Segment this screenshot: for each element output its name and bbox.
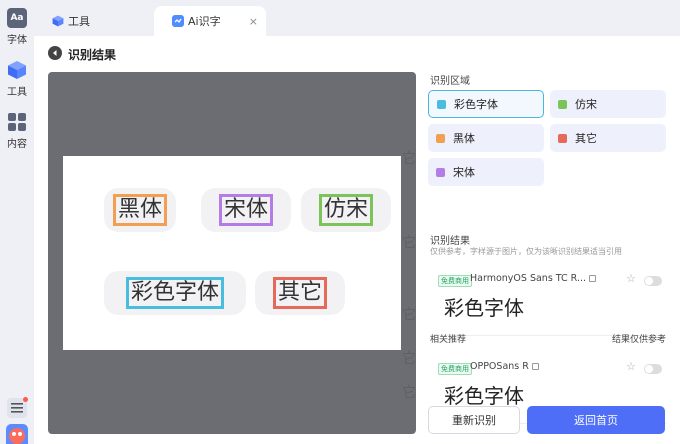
rail-item-content[interactable]: 内容	[0, 112, 34, 150]
free-badge: 免费商用	[438, 363, 472, 375]
cube-icon	[7, 60, 27, 80]
image-preview: 它 它 它 它 它 黑体 宋体 仿宋 彩色字体 其它	[48, 72, 416, 434]
region-label: 其它	[575, 132, 597, 145]
list-icon	[11, 403, 23, 413]
star-icon[interactable]: ☆	[626, 360, 636, 373]
background-text: 它	[402, 307, 416, 323]
results-heading: 识别结果	[430, 236, 470, 247]
retry-button[interactable]: 重新识别	[428, 406, 520, 434]
background-text: 它	[402, 385, 416, 401]
toggle-switch[interactable]	[644, 364, 662, 374]
avatar[interactable]	[6, 424, 28, 444]
tab-tools[interactable]: 工具	[34, 6, 154, 36]
copy-icon[interactable]	[589, 275, 597, 282]
region-option-songti[interactable]: 宋体	[428, 158, 544, 186]
star-icon[interactable]: ☆	[626, 272, 636, 285]
rail-item-tools[interactable]: 工具	[0, 60, 34, 98]
related-note: 结果仅供参考	[611, 335, 666, 345]
chip-text: 彩色字体	[125, 277, 224, 309]
copy-icon[interactable]	[531, 363, 539, 370]
region-option-fangsong[interactable]: 仿宋	[550, 90, 666, 118]
tab-ai-recognize[interactable]: Ai识字 ×	[154, 6, 266, 36]
result-card[interactable]: 免费商用 HarmonyOS Sans TC R... ☆ 彩色字体	[430, 268, 666, 336]
free-badge: 免费商用	[438, 275, 472, 287]
related-heading: 相关推荐	[430, 335, 467, 345]
rail-item-label: 内容	[7, 139, 27, 150]
rail-item-label: 字体	[7, 35, 27, 46]
font-sample: 彩色字体	[444, 384, 524, 408]
back-button[interactable]	[48, 46, 62, 60]
left-rail: Aa 字体 工具 内容	[0, 0, 34, 444]
region-label: 仿宋	[575, 98, 597, 111]
menu-button[interactable]	[7, 397, 28, 418]
tab-label: Ai识字	[188, 15, 221, 28]
results-hint: 仅供参考，字样源于图片，仅为该晰识别结果适当引用	[430, 247, 622, 256]
main-panel: 识别结果 它 它 它 它 它 黑体 宋体 仿宋 彩色字体 其它 识别区域 彩色字…	[34, 36, 680, 444]
region-label: 彩色字体	[454, 98, 498, 111]
region-label: 黑体	[453, 132, 475, 145]
chip-text: 仿宋	[318, 194, 373, 226]
region-chip-songti[interactable]: 宋体	[201, 188, 291, 232]
color-swatch	[437, 99, 446, 109]
back-arrow-icon	[53, 50, 57, 56]
page-title: 识别结果	[68, 48, 117, 62]
recognized-image: 黑体 宋体 仿宋 彩色字体 其它	[63, 156, 401, 350]
chip-text: 其它	[272, 277, 327, 309]
notification-dot	[23, 397, 28, 402]
color-swatch	[558, 99, 567, 109]
cube-icon	[52, 15, 64, 27]
results-column: 识别区域 彩色字体 仿宋 黑体 其它 宋体 识别结果 仅供参考，字样源于图片，仅…	[428, 72, 668, 444]
font-sample: 彩色字体	[444, 296, 524, 320]
regions-heading: 识别区域	[430, 76, 470, 87]
background-text: 它	[402, 235, 416, 251]
region-option-heiti[interactable]: 黑体	[428, 124, 544, 152]
region-label: 宋体	[453, 166, 475, 179]
font-aa-icon: Aa	[7, 8, 27, 28]
region-chip-fangsong[interactable]: 仿宋	[301, 188, 391, 232]
region-chip-other[interactable]: 其它	[255, 271, 345, 315]
color-swatch	[558, 133, 567, 143]
close-icon[interactable]: ×	[249, 15, 258, 28]
region-chip-heiti[interactable]: 黑体	[104, 188, 176, 232]
ai-icon	[172, 15, 184, 27]
tab-label: 工具	[68, 15, 90, 28]
chip-text: 黑体	[112, 194, 167, 226]
region-option-color[interactable]: 彩色字体	[428, 90, 544, 118]
color-swatch	[436, 167, 445, 177]
grid-icon	[7, 112, 27, 132]
toggle-switch[interactable]	[644, 276, 662, 286]
background-text: 它	[402, 351, 416, 367]
color-swatch	[436, 133, 445, 143]
font-name: HarmonyOS Sans TC R...	[470, 273, 597, 284]
rail-item-fonts[interactable]: Aa 字体	[0, 8, 34, 46]
background-text: 它	[402, 151, 416, 167]
home-button[interactable]: 返回首页	[527, 406, 665, 434]
rail-item-label: 工具	[7, 87, 27, 98]
font-name: OPPOSans R	[470, 361, 539, 372]
region-chip-color[interactable]: 彩色字体	[104, 271, 246, 315]
chip-text: 宋体	[218, 194, 273, 226]
region-option-other[interactable]: 其它	[550, 124, 666, 152]
tab-bar: 工具 Ai识字 ×	[34, 0, 680, 36]
